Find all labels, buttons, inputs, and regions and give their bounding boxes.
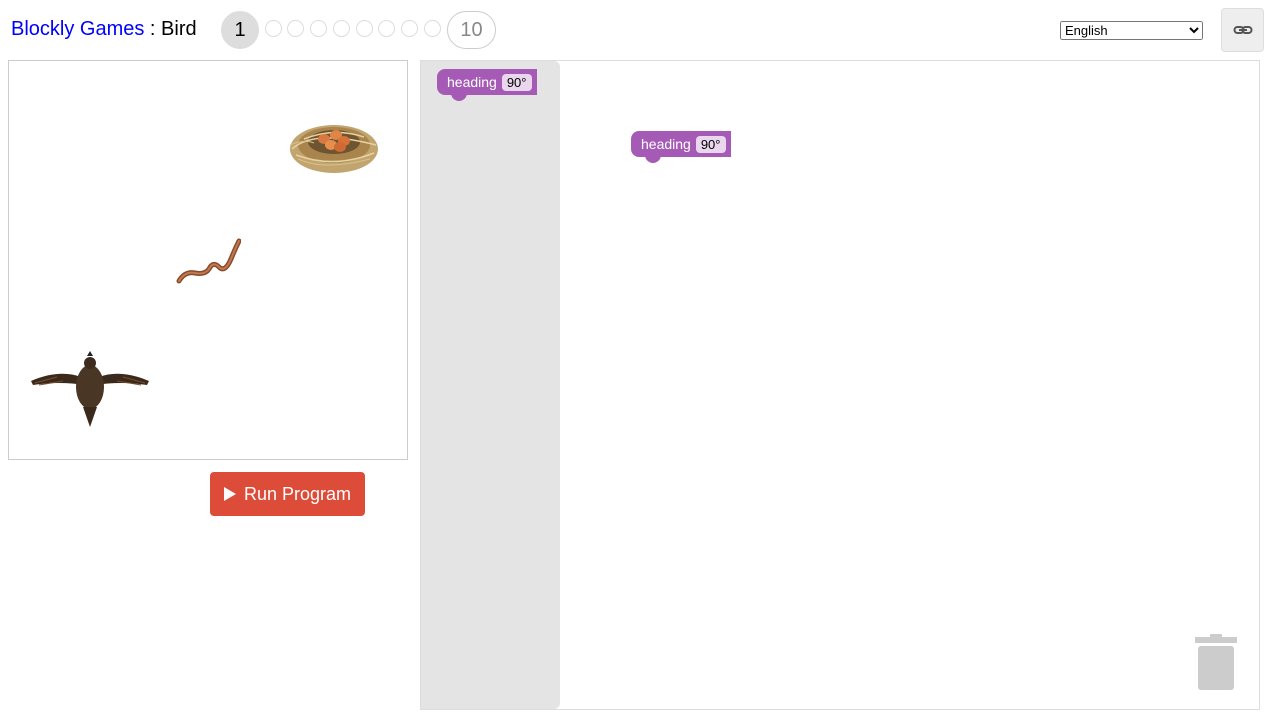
level-9-button[interactable] <box>424 20 441 37</box>
toolbox-flyout <box>421 61 560 709</box>
play-icon <box>223 487 236 501</box>
title-separator: : <box>144 18 162 40</box>
page-title: Blockly Games : Bird <box>11 17 197 41</box>
level-10-button[interactable]: 10 <box>447 11 496 49</box>
link-button[interactable] <box>1221 8 1264 52</box>
bird-image <box>31 351 149 427</box>
workspace-heading-block[interactable]: heading 90° <box>631 131 731 163</box>
game-visualization <box>8 60 408 460</box>
heading-angle-field[interactable]: 90° <box>501 73 532 91</box>
level-1-button[interactable]: 1 <box>221 11 259 49</box>
level-2-button[interactable] <box>265 20 282 37</box>
level-4-button[interactable] <box>310 20 327 37</box>
heading-block-label: heading <box>447 74 497 90</box>
worm-image <box>176 238 241 284</box>
run-program-button[interactable]: Run Program <box>210 472 365 516</box>
trash-icon[interactable] <box>1194 634 1238 692</box>
level-5-button[interactable] <box>333 20 350 37</box>
level-8-button[interactable] <box>401 20 418 37</box>
level-6-button[interactable] <box>356 20 373 37</box>
level-3-button[interactable] <box>287 20 304 37</box>
game-name: Bird <box>161 18 197 40</box>
link-icon <box>1233 26 1252 34</box>
flyout-heading-block[interactable]: heading 90° <box>437 69 537 101</box>
blockly-workspace[interactable]: heading 90° heading 90° <box>420 60 1260 710</box>
block-notch <box>645 155 661 163</box>
heading-angle-field[interactable]: 90° <box>695 135 726 153</box>
heading-block-label: heading <box>641 136 691 152</box>
nest-image <box>289 125 378 173</box>
language-select[interactable]: English <box>1060 21 1203 40</box>
blockly-games-link[interactable]: Blockly Games <box>11 18 144 40</box>
level-7-button[interactable] <box>378 20 395 37</box>
run-program-label: Run Program <box>243 483 352 504</box>
